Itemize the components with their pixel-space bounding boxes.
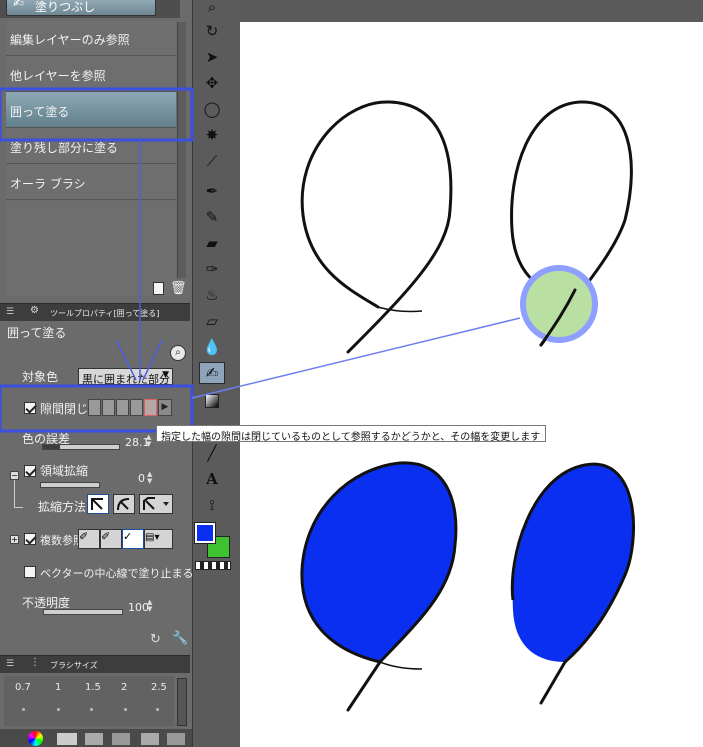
tooltip: 指定した幅の隙間は閉じているものとして参照するかどうかと、その幅を変更します bbox=[156, 425, 546, 443]
drawing-layer bbox=[0, 87, 636, 712]
gap-circle bbox=[520, 265, 598, 343]
highlight-box-subtool bbox=[0, 87, 194, 142]
